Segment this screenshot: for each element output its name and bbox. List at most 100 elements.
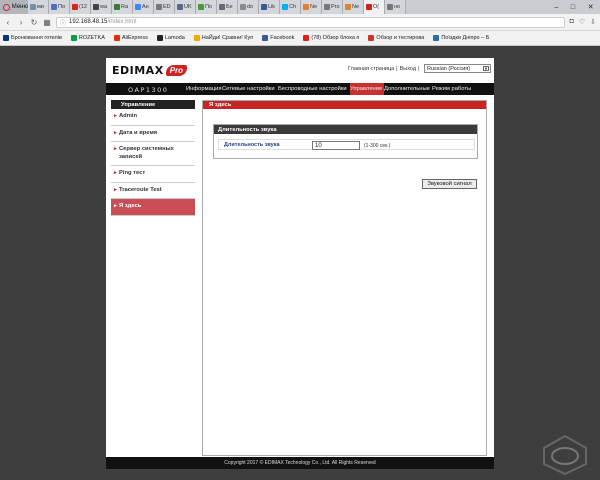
watermark-logo-icon (543, 434, 587, 476)
tab-favicon-icon (30, 4, 36, 10)
browser-tab[interactable]: По (196, 0, 217, 14)
sidebar-item-label: Admin (119, 113, 138, 119)
sidebar-item[interactable]: ► Traceroute Test (111, 183, 195, 199)
tab-favicon-icon (324, 4, 330, 10)
beep-duration-row: Длительность звука 10 (1-300 сек.) (218, 139, 475, 150)
sidebar-item-label: Дата и время (119, 129, 158, 136)
browser-tab[interactable]: (12 (70, 0, 91, 14)
bookmark-heart-icon[interactable]: ♡ (579, 18, 585, 26)
url-field[interactable]: ⓘ 192.168.48.15/index.html (56, 16, 565, 28)
bookmark-item[interactable]: AliExpress (113, 35, 148, 41)
nav-item[interactable]: Режим работы (432, 83, 474, 95)
brand-badge: Pro (165, 64, 188, 76)
sidebar-item[interactable]: ► Ping тест (111, 166, 195, 183)
beep-button[interactable]: Звуковой сигнал (422, 179, 477, 189)
bookmark-item[interactable]: Lamoda (156, 35, 185, 41)
tab-label: do (247, 4, 254, 10)
browser-tab[interactable]: Ne (301, 0, 322, 14)
browser-menu-label: Меню (11, 4, 28, 10)
browser-tab[interactable]: ми (28, 0, 49, 14)
arrow-right-icon: ► (113, 203, 118, 209)
bookmark-label: Бронювання готелів (11, 35, 62, 41)
site-info-icon[interactable]: ⓘ (60, 18, 66, 27)
nav-item[interactable]: Беспроводные настройки (278, 83, 350, 95)
home-link[interactable]: Главная страница (348, 66, 394, 72)
tab-strip: ми По (12 wa Ra Ан ED UK По Бе do Lik Ch Ne Pro Ne O(но (28, 0, 548, 14)
maximize-icon[interactable]: □ (571, 4, 575, 11)
browser-tab[interactable]: ED (154, 0, 175, 14)
browser-tab[interactable]: UK (175, 0, 196, 14)
nav-item[interactable]: Информация (186, 83, 222, 95)
arrow-right-icon: ► (113, 170, 118, 176)
top-links: Главная страница | Выход | (348, 66, 420, 72)
bookmark-favicon-icon (433, 35, 440, 41)
nav-item[interactable]: Управление (350, 83, 384, 95)
sidebar-item-label: Traceroute Test (119, 186, 162, 193)
browser-tab[interactable]: Ra (112, 0, 133, 14)
camera-icon[interactable]: ◘ (570, 18, 574, 26)
sidebar-item[interactable]: ► Admin (111, 109, 195, 126)
browser-menu-button[interactable]: Меню (0, 0, 28, 14)
language-select[interactable]: Russian (Россия) ▼ (424, 64, 491, 73)
bookmark-favicon-icon (303, 35, 310, 41)
browser-tab[interactable]: O( (364, 0, 385, 14)
logout-link[interactable]: Выход (400, 66, 416, 72)
browser-tab[interactable]: wa (91, 0, 112, 14)
content-title: Я здесь (203, 101, 486, 109)
bookmark-item[interactable]: (78) Обзор блока п (303, 35, 359, 41)
bookmark-favicon-icon (156, 35, 163, 41)
bookmark-favicon-icon (193, 35, 200, 41)
tab-favicon-icon (156, 4, 162, 10)
sidebar-item[interactable]: ► Сервер системных записей (111, 142, 195, 166)
tab-favicon-icon (282, 4, 288, 10)
router-admin-page: EDIMAX Pro Главная страница | Выход | Ru… (106, 58, 494, 469)
bookmark-item[interactable]: Бронювання готелів (3, 35, 62, 41)
edimax-pro-logo: EDIMAX Pro (112, 63, 188, 77)
tab-label: Ch (289, 4, 297, 10)
browser-tab[interactable]: но (385, 0, 406, 14)
bookmark-favicon-icon (262, 35, 269, 41)
tab-label: но (394, 4, 401, 10)
arrow-right-icon: ► (113, 113, 118, 119)
router-header: EDIMAX Pro Главная страница | Выход | Ru… (106, 58, 494, 83)
forward-icon[interactable]: › (17, 18, 25, 27)
bookmark-item[interactable]: Обзор и тестирова (368, 35, 424, 41)
bookmark-item[interactable]: НаЙди! Сравни! Куп (193, 35, 253, 41)
arrow-right-icon: ► (113, 186, 118, 193)
download-icon[interactable]: ⇩ (590, 18, 596, 26)
speed-dial-icon[interactable]: ▦ (43, 18, 51, 27)
brand-name: EDIMAX (112, 63, 164, 77)
sidebar: Управление ► Admin ► Дата и время ► Сервер си… (111, 100, 195, 216)
sidebar-item[interactable]: ► Я здесь (111, 199, 195, 216)
sidebar-item-label: Ping тест (119, 170, 146, 176)
browser-tab[interactable]: Ne (343, 0, 364, 14)
browser-tab[interactable]: Ch (280, 0, 301, 14)
bookmark-item[interactable]: Facebook (262, 35, 294, 41)
close-window-icon[interactable]: ✕ (588, 3, 594, 11)
tab-favicon-icon (51, 4, 57, 10)
reload-icon[interactable]: ↻ (30, 18, 38, 27)
back-icon[interactable]: ‹ (4, 18, 12, 27)
bookmark-item[interactable]: Поїздки Дніпро – Б (433, 35, 489, 41)
tab-label: Lik (268, 4, 276, 10)
tab-favicon-icon (135, 4, 141, 10)
browser-tab[interactable]: По (49, 0, 70, 14)
minimize-icon[interactable]: – (554, 4, 558, 11)
browser-tab[interactable]: Бе (217, 0, 238, 14)
nav-item[interactable]: Дополнительные (384, 83, 432, 95)
tab-favicon-icon (72, 4, 78, 10)
tab-favicon-icon (219, 4, 225, 10)
browser-tab[interactable]: do (238, 0, 259, 14)
beep-duration-input[interactable]: 10 (312, 141, 360, 150)
browser-tab[interactable]: Pro (322, 0, 343, 14)
bookmark-label: ROZETKA (78, 35, 105, 41)
browser-tab[interactable]: Lik (259, 0, 280, 14)
nav-item[interactable]: Сетевые настройки (222, 83, 278, 95)
browser-tab[interactable]: Ан (133, 0, 154, 14)
bookmark-item[interactable]: ROZETKA (70, 35, 105, 41)
tab-label: Ne (352, 4, 360, 10)
tab-label: ED (163, 4, 171, 10)
sidebar-item[interactable]: ► Дата и время (111, 126, 195, 142)
tab-favicon-icon (366, 4, 372, 10)
tab-favicon-icon (93, 4, 99, 10)
